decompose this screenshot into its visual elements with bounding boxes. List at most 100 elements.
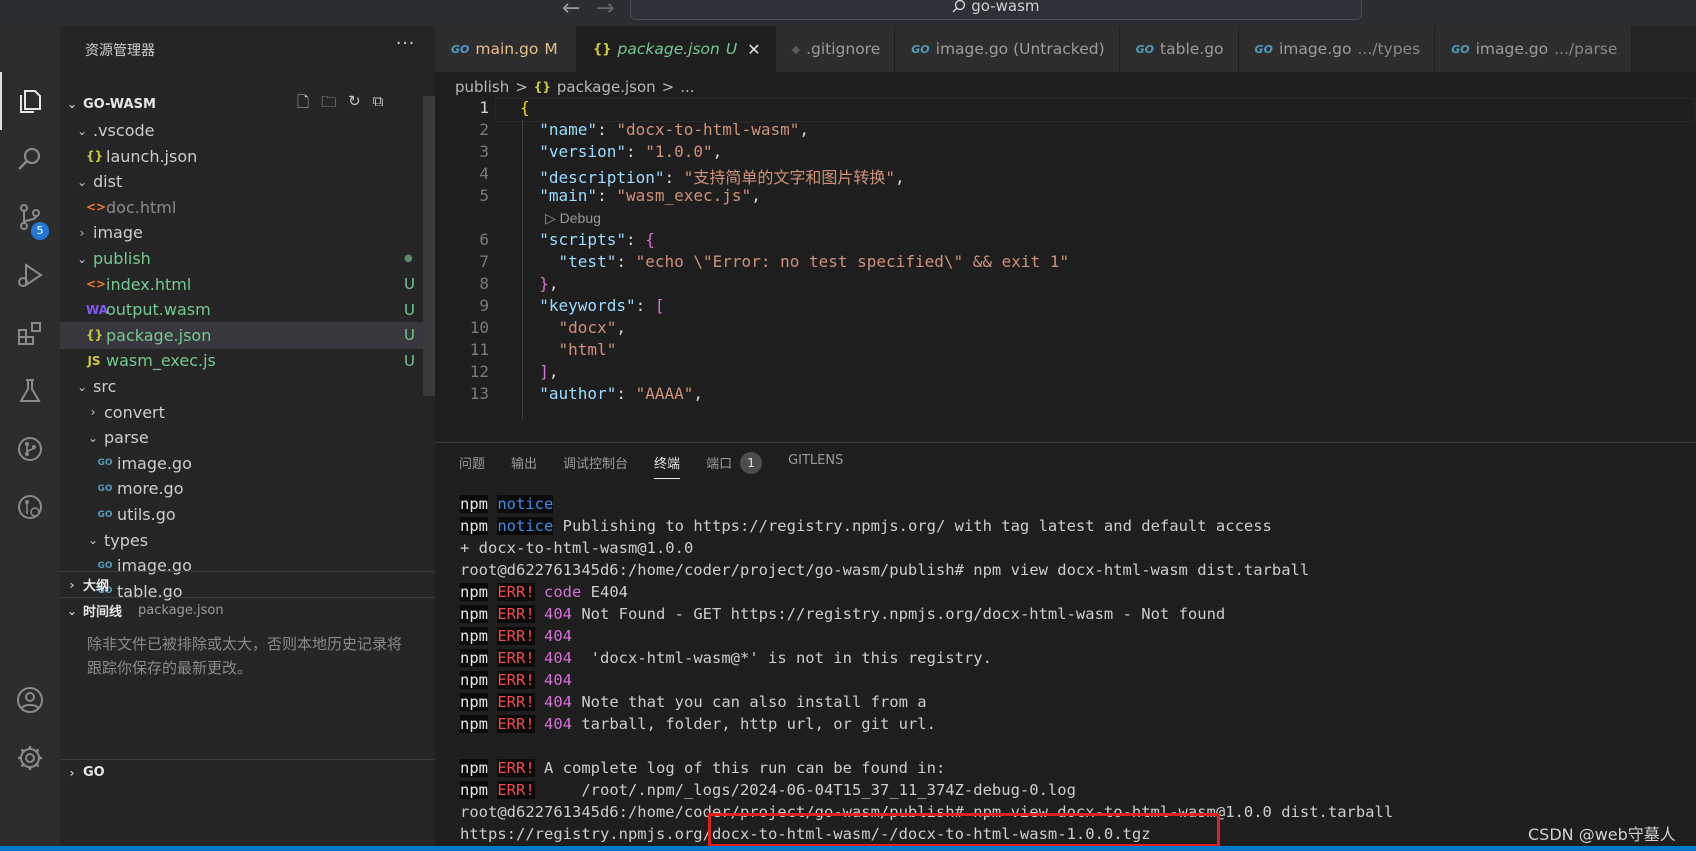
file-item[interactable]: GO utils.go [60, 501, 435, 528]
terminal-text: npm [460, 715, 488, 733]
file-item[interactable]: GO image.go [60, 450, 435, 477]
folder-item[interactable]: ⌄ .vscode [60, 117, 435, 144]
file-item[interactable]: JS wasm_exec.js U [60, 347, 435, 374]
more-actions-icon[interactable]: ··· [396, 34, 415, 54]
outline-section-header[interactable]: › 大纲 [60, 571, 435, 597]
terminal-text: 'docx-html-wasm@*' is not in this regist… [572, 649, 992, 667]
refresh-icon[interactable]: ↻ [348, 92, 361, 117]
code-line: "main": "wasm_exec.js", [520, 186, 761, 205]
code-token: , [799, 120, 809, 139]
terminal-text: notice [497, 517, 554, 535]
chevron-down-icon: ⌄ [66, 97, 78, 111]
git-status-badge: U [404, 326, 415, 345]
go-section-header[interactable]: › GO [60, 759, 435, 785]
file-item[interactable]: WA output.wasm U [60, 296, 435, 323]
new-folder-icon[interactable]: 🗀 [321, 92, 336, 117]
editor-tab[interactable]: GO image.go (Untracked) [895, 26, 1120, 72]
tree-item-label: dist [93, 172, 123, 192]
timeline-file: package.json [138, 603, 224, 618]
terminal-line: npm ERR! 404 [460, 669, 1680, 691]
code-editor[interactable]: 1 {2 "name": "docx-to-html-wasm", 3 "versi… [435, 98, 1696, 442]
debug-codelens[interactable]: ▷ Debug [545, 210, 601, 227]
panel-tab[interactable]: GITLENS [788, 453, 843, 475]
folder-item[interactable]: ⌄ types [60, 527, 435, 554]
run-debug-icon[interactable] [0, 246, 60, 304]
search-icon[interactable] [0, 130, 60, 188]
testing-icon[interactable] [0, 362, 60, 420]
title-bar: ← → go-wasm [0, 0, 1696, 26]
editor-tab[interactable]: {} package.json U ✕ [577, 26, 776, 72]
file-item[interactable]: <> index.html U [60, 271, 435, 298]
code-line: "name": "docx-to-html-wasm", [520, 120, 809, 139]
editor-tab[interactable]: GO image.go .../parse [1435, 26, 1633, 72]
git-graph-icon[interactable] [0, 420, 60, 478]
panel-tab[interactable]: 调试控制台 [563, 453, 628, 475]
terminal-line: npm ERR! A complete log of this run can … [460, 757, 1680, 779]
code-token: , [548, 362, 559, 381]
close-icon[interactable]: ✕ [747, 40, 760, 59]
timeline-section-header[interactable]: ⌄ 时间线 package.json [60, 597, 435, 623]
project-section-header[interactable]: ⌄ GO-WASM 🗋 🗀 ↻ ⧉ [60, 91, 435, 117]
git-status-badge: U [404, 300, 415, 319]
breadcrumb-symbol[interactable]: ... [680, 78, 694, 96]
editor-tab[interactable]: GO image.go .../types [1238, 26, 1436, 72]
terminal-text: A complete log of this run can be found … [534, 759, 946, 777]
command-center-search[interactable]: go-wasm [630, 0, 1362, 20]
tab-label: package.json [617, 40, 720, 58]
highlight-annotation-box [708, 813, 1220, 847]
folder-item[interactable]: › image [60, 219, 435, 246]
code-line: "keywords": [ [520, 296, 664, 315]
file-item[interactable]: {} launch.json [60, 143, 435, 170]
terminal-output[interactable]: npm notice npm notice Publishing to https… [460, 493, 1680, 851]
folder-item[interactable]: ⌄ publish ● [60, 245, 435, 272]
file-item[interactable]: <> doc.html [60, 194, 435, 221]
breadcrumb-folder[interactable]: publish [455, 78, 509, 96]
code-token: , [751, 186, 761, 205]
source-control-icon[interactable]: 5 [0, 188, 60, 246]
sidebar-scrollbar[interactable] [423, 96, 435, 396]
folder-item[interactable]: › convert [60, 399, 435, 426]
tree-item-label: package.json [106, 325, 212, 345]
editor-tab[interactable]: GO table.go [1119, 26, 1239, 72]
code-token: "echo \"Error: no test specified\" && ex… [635, 252, 1070, 271]
tree-item-label: launch.json [106, 146, 198, 166]
editor-tab[interactable]: GO main.go M [435, 26, 577, 72]
file-item[interactable]: GO more.go [60, 475, 435, 502]
breadcrumb-file[interactable]: package.json [557, 78, 656, 96]
folder-item[interactable]: ⌄ parse [60, 424, 435, 451]
tree-item-label: utils.go [117, 505, 176, 524]
extensions-icon[interactable] [0, 304, 60, 362]
terminal-line: npm ERR! 404 'docx-html-wasm@*' is not i… [460, 647, 1680, 669]
terminal-line: npm ERR! /root/.npm/_logs/2024-06-04T15_… [460, 779, 1680, 801]
back-arrow-icon[interactable]: ← [562, 0, 580, 21]
folder-item[interactable]: ⌄ dist [60, 168, 435, 195]
code-token: "docx" [558, 318, 617, 337]
go-file-icon: GO [97, 458, 113, 469]
tree-item-label: index.html [106, 274, 192, 294]
editor-tab[interactable]: ◆ .gitignore [775, 26, 896, 72]
collapse-all-icon[interactable]: ⧉ [373, 92, 384, 117]
explorer-icon[interactable] [0, 72, 60, 130]
code-token: : [625, 142, 646, 161]
gitlens-icon[interactable] [0, 478, 60, 536]
forward-arrow-icon[interactable]: → [596, 0, 614, 21]
panel-tab-label: 输出 [511, 457, 538, 472]
panel-tab[interactable]: 端口 1 [706, 452, 763, 475]
new-file-icon[interactable]: 🗋 [297, 92, 309, 117]
panel-tab[interactable]: 问题 [459, 453, 485, 475]
settings-gear-icon[interactable] [0, 729, 60, 787]
tab-label: image.go [1278, 40, 1352, 58]
folder-item[interactable]: ⌄ src [60, 373, 435, 400]
file-item[interactable]: {} package.json U [60, 321, 435, 349]
tab-description: .../types [1357, 40, 1421, 58]
account-icon[interactable] [0, 671, 60, 729]
panel-tab[interactable]: 输出 [511, 453, 537, 475]
terminal-text: E404 [581, 583, 629, 601]
panel-tab[interactable]: 终端 [654, 453, 681, 479]
code-token: : [597, 186, 617, 205]
code-token: : [625, 230, 646, 249]
